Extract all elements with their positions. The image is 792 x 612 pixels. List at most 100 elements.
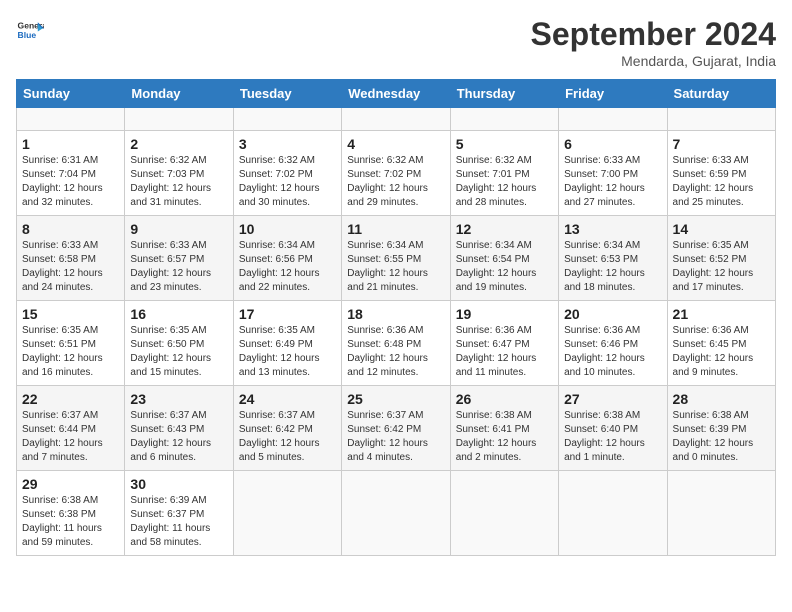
day-cell: 23 Sunrise: 6:37 AMSunset: 6:43 PMDayligh… bbox=[125, 386, 233, 471]
day-cell: 21 Sunrise: 6:36 AMSunset: 6:45 PMDayligh… bbox=[667, 301, 775, 386]
day-info: Sunrise: 6:31 AMSunset: 7:04 PMDaylight:… bbox=[22, 154, 119, 210]
day-info: Sunrise: 6:37 AMSunset: 6:43 PMDaylight:… bbox=[130, 409, 227, 465]
day-cell: 9 Sunrise: 6:33 AMSunset: 6:57 PMDaylight… bbox=[125, 216, 233, 301]
day-cell: 27 Sunrise: 6:38 AMSunset: 6:40 PMDayligh… bbox=[559, 386, 667, 471]
day-cell: 14 Sunrise: 6:35 AMSunset: 6:52 PMDayligh… bbox=[667, 216, 775, 301]
day-cell: 15 Sunrise: 6:35 AMSunset: 6:51 PMDayligh… bbox=[17, 301, 125, 386]
week-row-1: 1 Sunrise: 6:31 AMSunset: 7:04 PMDaylight… bbox=[17, 131, 776, 216]
day-number: 13 bbox=[564, 221, 661, 237]
day-cell: 10 Sunrise: 6:34 AMSunset: 6:56 PMDayligh… bbox=[233, 216, 341, 301]
day-number: 16 bbox=[130, 306, 227, 322]
day-number: 12 bbox=[456, 221, 553, 237]
week-row-4: 22Sunrise: 6:37 AMSunset: 6:44 PMDayligh… bbox=[17, 386, 776, 471]
day-info: Sunrise: 6:34 AMSunset: 6:53 PMDaylight:… bbox=[564, 239, 661, 295]
day-cell: 2 Sunrise: 6:32 AMSunset: 7:03 PMDaylight… bbox=[125, 131, 233, 216]
day-number: 23 bbox=[130, 391, 227, 407]
day-info: Sunrise: 6:35 AMSunset: 6:51 PMDaylight:… bbox=[22, 324, 119, 380]
logo: General Blue bbox=[16, 16, 44, 44]
day-info: Sunrise: 6:36 AMSunset: 6:45 PMDaylight:… bbox=[673, 324, 770, 380]
day-cell: 6 Sunrise: 6:33 AMSunset: 7:00 PMDaylight… bbox=[559, 131, 667, 216]
col-header-monday: Monday bbox=[125, 80, 233, 108]
day-number: 28 bbox=[673, 391, 770, 407]
day-number: 10 bbox=[239, 221, 336, 237]
day-number: 17 bbox=[239, 306, 336, 322]
day-info: Sunrise: 6:38 AMSunset: 6:41 PMDaylight:… bbox=[456, 409, 553, 465]
day-cell: 16 Sunrise: 6:35 AMSunset: 6:50 PMDayligh… bbox=[125, 301, 233, 386]
day-number: 2 bbox=[130, 136, 227, 152]
day-cell: 18 Sunrise: 6:36 AMSunset: 6:48 PMDayligh… bbox=[342, 301, 450, 386]
day-cell bbox=[559, 108, 667, 131]
day-info: Sunrise: 6:34 AMSunset: 6:56 PMDaylight:… bbox=[239, 239, 336, 295]
day-number: 6 bbox=[564, 136, 661, 152]
day-cell bbox=[17, 108, 125, 131]
day-info: Sunrise: 6:35 AMSunset: 6:49 PMDaylight:… bbox=[239, 324, 336, 380]
day-info: Sunrise: 6:36 AMSunset: 6:48 PMDaylight:… bbox=[347, 324, 444, 380]
day-info: Sunrise: 6:33 AMSunset: 6:59 PMDaylight:… bbox=[673, 154, 770, 210]
day-number: 14 bbox=[673, 221, 770, 237]
day-number: 21 bbox=[673, 306, 770, 322]
col-header-wednesday: Wednesday bbox=[342, 80, 450, 108]
day-cell: 22Sunrise: 6:37 AMSunset: 6:44 PMDayligh… bbox=[17, 386, 125, 471]
day-info: Sunrise: 6:39 AMSunset: 6:37 PMDaylight:… bbox=[130, 494, 227, 550]
day-number: 3 bbox=[239, 136, 336, 152]
day-cell: 25Sunrise: 6:37 AMSunset: 6:42 PMDayligh… bbox=[342, 386, 450, 471]
day-number: 24 bbox=[239, 391, 336, 407]
day-info: Sunrise: 6:38 AMSunset: 6:40 PMDaylight:… bbox=[564, 409, 661, 465]
col-header-thursday: Thursday bbox=[450, 80, 558, 108]
day-info: Sunrise: 6:34 AMSunset: 6:54 PMDaylight:… bbox=[456, 239, 553, 295]
day-number: 30 bbox=[130, 476, 227, 492]
day-cell: 1 Sunrise: 6:31 AMSunset: 7:04 PMDaylight… bbox=[17, 131, 125, 216]
day-info: Sunrise: 6:37 AMSunset: 6:42 PMDaylight:… bbox=[239, 409, 336, 465]
day-info: Sunrise: 6:32 AMSunset: 7:03 PMDaylight:… bbox=[130, 154, 227, 210]
day-cell bbox=[667, 471, 775, 556]
day-cell bbox=[450, 471, 558, 556]
day-number: 19 bbox=[456, 306, 553, 322]
col-header-sunday: Sunday bbox=[17, 80, 125, 108]
day-info: Sunrise: 6:38 AMSunset: 6:39 PMDaylight:… bbox=[673, 409, 770, 465]
location: Mendarda, Gujarat, India bbox=[531, 53, 776, 69]
title-block: September 2024 Mendarda, Gujarat, India bbox=[531, 16, 776, 69]
day-number: 25 bbox=[347, 391, 444, 407]
day-number: 11 bbox=[347, 221, 444, 237]
day-cell bbox=[450, 108, 558, 131]
day-number: 15 bbox=[22, 306, 119, 322]
day-cell bbox=[667, 108, 775, 131]
day-cell: 12 Sunrise: 6:34 AMSunset: 6:54 PMDayligh… bbox=[450, 216, 558, 301]
day-info: Sunrise: 6:36 AMSunset: 6:47 PMDaylight:… bbox=[456, 324, 553, 380]
day-number: 9 bbox=[130, 221, 227, 237]
day-number: 27 bbox=[564, 391, 661, 407]
week-row-3: 15 Sunrise: 6:35 AMSunset: 6:51 PMDayligh… bbox=[17, 301, 776, 386]
day-info: Sunrise: 6:34 AMSunset: 6:55 PMDaylight:… bbox=[347, 239, 444, 295]
svg-text:Blue: Blue bbox=[18, 30, 37, 40]
day-number: 4 bbox=[347, 136, 444, 152]
day-info: Sunrise: 6:33 AMSunset: 6:58 PMDaylight:… bbox=[22, 239, 119, 295]
day-info: Sunrise: 6:35 AMSunset: 6:52 PMDaylight:… bbox=[673, 239, 770, 295]
day-info: Sunrise: 6:38 AMSunset: 6:38 PMDaylight:… bbox=[22, 494, 119, 550]
week-row-2: 8 Sunrise: 6:33 AMSunset: 6:58 PMDaylight… bbox=[17, 216, 776, 301]
day-number: 8 bbox=[22, 221, 119, 237]
day-cell: 8 Sunrise: 6:33 AMSunset: 6:58 PMDaylight… bbox=[17, 216, 125, 301]
week-row-0 bbox=[17, 108, 776, 131]
day-cell: 30 Sunrise: 6:39 AMSunset: 6:37 PMDayligh… bbox=[125, 471, 233, 556]
day-cell: 17 Sunrise: 6:35 AMSunset: 6:49 PMDayligh… bbox=[233, 301, 341, 386]
day-info: Sunrise: 6:35 AMSunset: 6:50 PMDaylight:… bbox=[130, 324, 227, 380]
col-header-saturday: Saturday bbox=[667, 80, 775, 108]
day-cell bbox=[342, 108, 450, 131]
day-cell: 19 Sunrise: 6:36 AMSunset: 6:47 PMDayligh… bbox=[450, 301, 558, 386]
col-header-friday: Friday bbox=[559, 80, 667, 108]
day-cell: 20 Sunrise: 6:36 AMSunset: 6:46 PMDayligh… bbox=[559, 301, 667, 386]
day-cell bbox=[342, 471, 450, 556]
day-cell: 5Sunrise: 6:32 AMSunset: 7:01 PMDaylight… bbox=[450, 131, 558, 216]
week-row-5: 29Sunrise: 6:38 AMSunset: 6:38 PMDayligh… bbox=[17, 471, 776, 556]
day-number: 18 bbox=[347, 306, 444, 322]
day-cell: 24 Sunrise: 6:37 AMSunset: 6:42 PMDayligh… bbox=[233, 386, 341, 471]
day-info: Sunrise: 6:36 AMSunset: 6:46 PMDaylight:… bbox=[564, 324, 661, 380]
day-number: 26 bbox=[456, 391, 553, 407]
day-info: Sunrise: 6:33 AMSunset: 6:57 PMDaylight:… bbox=[130, 239, 227, 295]
header-row: SundayMondayTuesdayWednesdayThursdayFrid… bbox=[17, 80, 776, 108]
day-number: 1 bbox=[22, 136, 119, 152]
day-number: 20 bbox=[564, 306, 661, 322]
day-cell: 13 Sunrise: 6:34 AMSunset: 6:53 PMDayligh… bbox=[559, 216, 667, 301]
day-cell: 29Sunrise: 6:38 AMSunset: 6:38 PMDayligh… bbox=[17, 471, 125, 556]
day-info: Sunrise: 6:33 AMSunset: 7:00 PMDaylight:… bbox=[564, 154, 661, 210]
